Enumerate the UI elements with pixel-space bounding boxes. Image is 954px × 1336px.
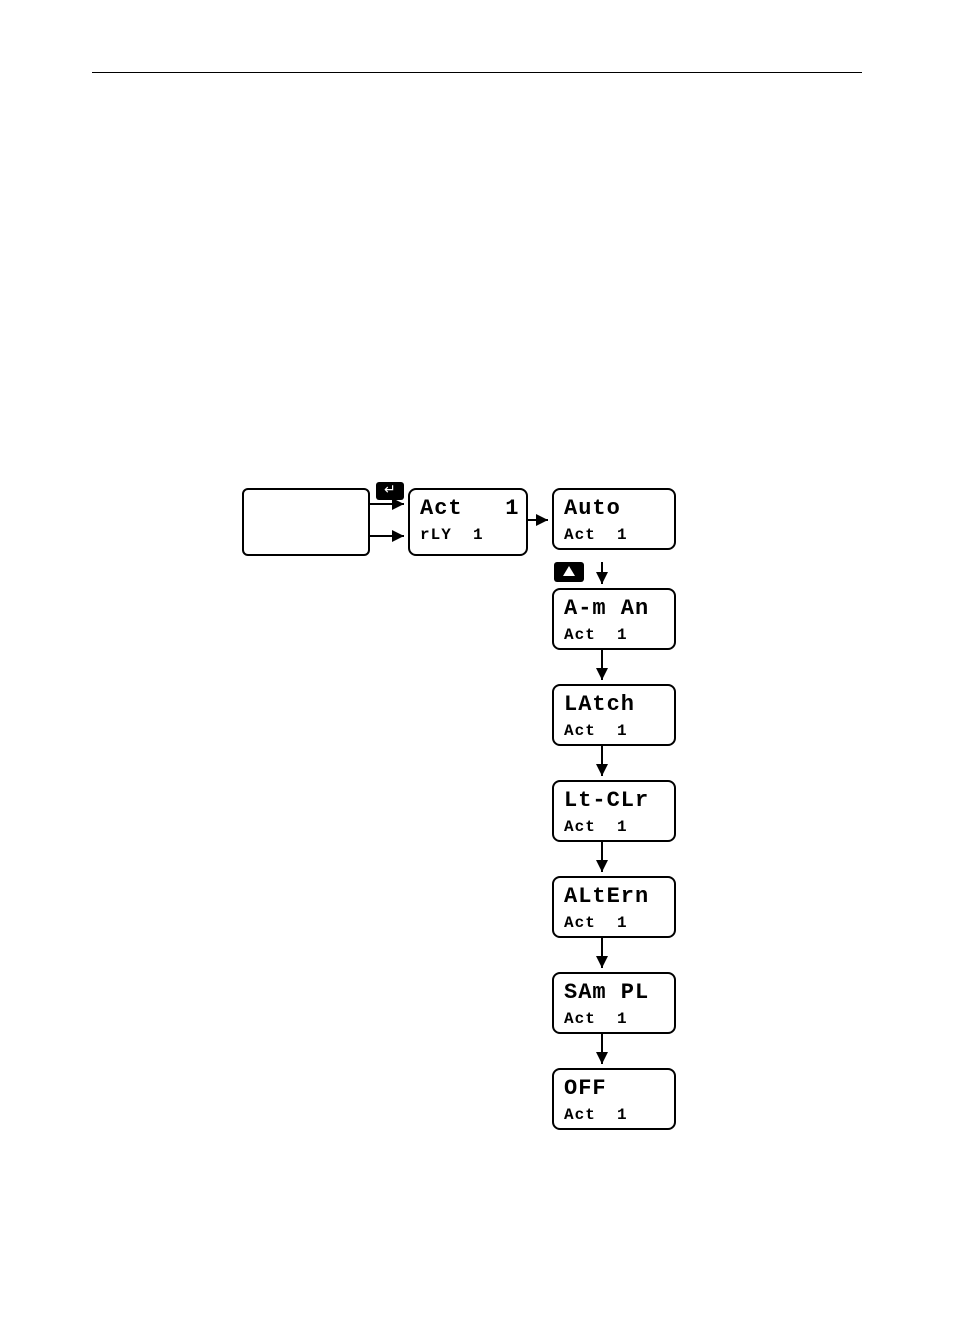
option-altern: ALtErn Act 1 — [552, 876, 676, 938]
option-sub: Act 1 — [564, 914, 628, 932]
option-label: LAtch — [564, 692, 635, 717]
option-lt-clr: Lt-CLr Act 1 — [552, 780, 676, 842]
act-box: Act 1 rLY 1 — [408, 488, 528, 556]
option-sub: Act 1 — [564, 818, 628, 836]
option-sub: Act 1 — [564, 1106, 628, 1124]
option-a-man: A-m An Act 1 — [552, 588, 676, 650]
option-latch: LAtch Act 1 — [552, 684, 676, 746]
option-off: OFF Act 1 — [552, 1068, 676, 1130]
option-label: ALtErn — [564, 884, 649, 909]
option-sub: Act 1 — [564, 722, 628, 740]
option-label: SAm PL — [564, 980, 649, 1005]
option-sub: Act 1 — [564, 526, 628, 544]
option-sub: Act 1 — [564, 1010, 628, 1028]
option-label: A-m An — [564, 596, 649, 621]
header-rule — [92, 72, 862, 73]
option-label: OFF — [564, 1076, 607, 1101]
option-sampl: SAm PL Act 1 — [552, 972, 676, 1034]
enter-icon — [376, 482, 404, 500]
act-sub: rLY 1 — [420, 526, 484, 544]
option-auto: Auto Act 1 — [552, 488, 676, 550]
entry-box — [242, 488, 370, 556]
up-arrow-icon — [554, 562, 584, 582]
act-main: Act 1 — [420, 496, 519, 521]
option-label: Lt-CLr — [564, 788, 649, 813]
flow-diagram: Act 1 rLY 1 Auto Act 1 A-m An Act 1 LAtc… — [242, 480, 722, 1180]
option-label: Auto — [564, 496, 621, 521]
option-sub: Act 1 — [564, 626, 628, 644]
